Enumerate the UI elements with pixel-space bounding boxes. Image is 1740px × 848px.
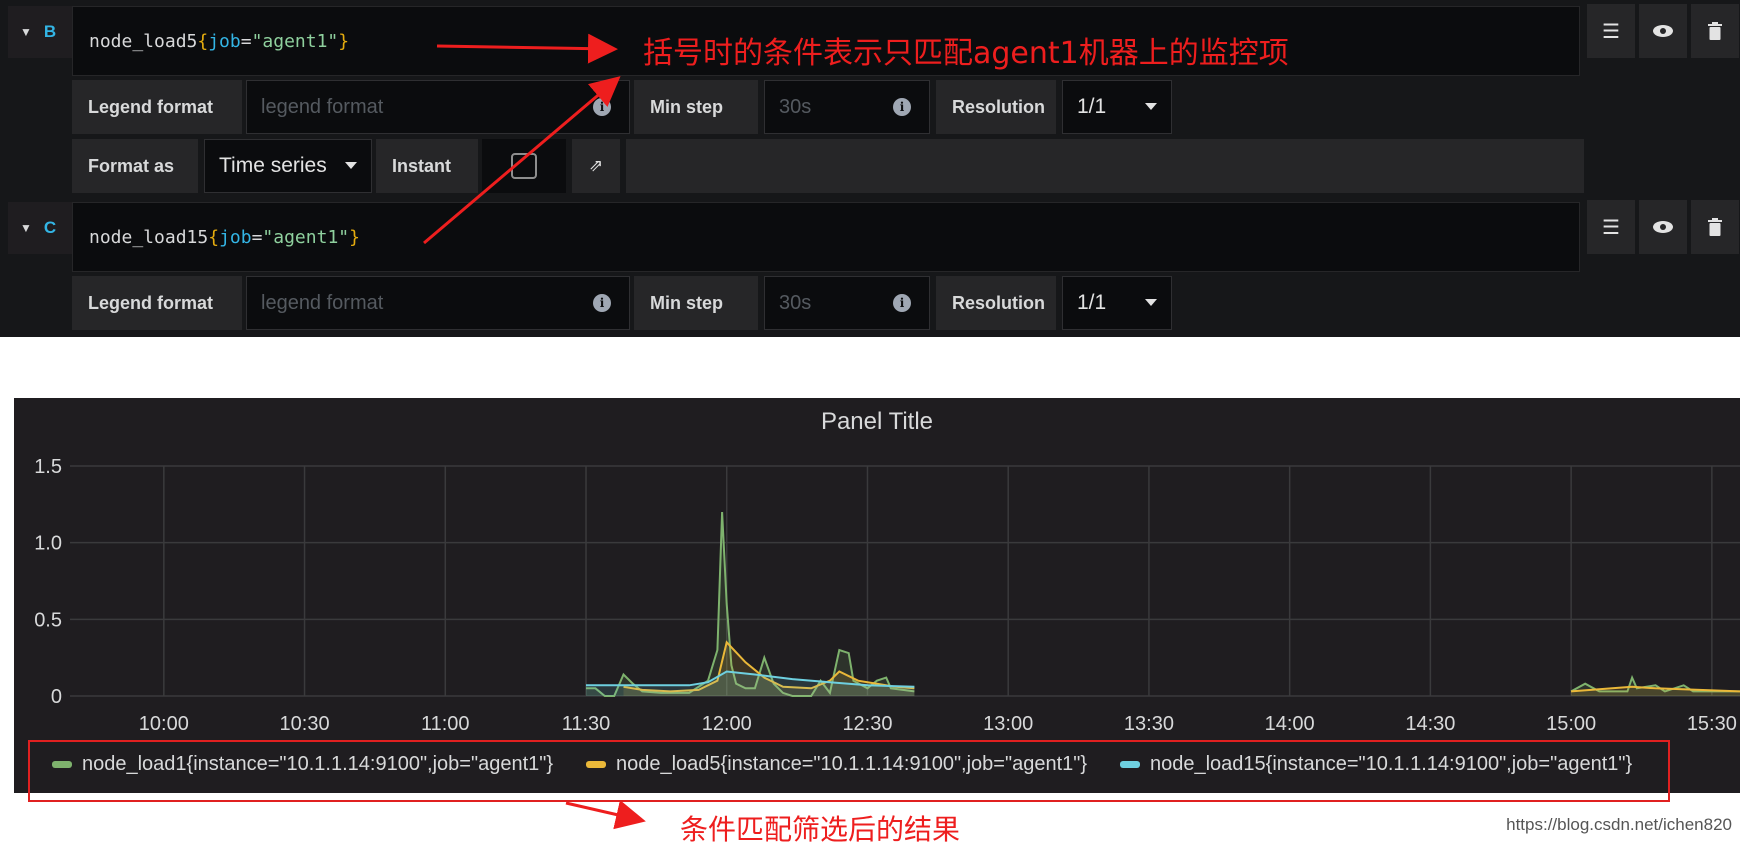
- x-tick-label: 12:00: [702, 713, 752, 730]
- x-tick-label: 15:30: [1687, 713, 1737, 730]
- legend-swatch: [586, 760, 606, 768]
- x-tick-label: 13:00: [983, 713, 1033, 730]
- y-tick-label: 0.5: [34, 609, 62, 631]
- x-tick-label: 14:00: [1265, 713, 1315, 730]
- watermark: https://blog.csdn.net/ichen820: [1506, 815, 1732, 834]
- x-tick-label: 13:30: [1124, 713, 1174, 730]
- legend-item[interactable]: node_load1{instance="10.1.1.14:9100",job…: [52, 750, 553, 778]
- legend-item[interactable]: node_load15{instance="10.1.1.14:9100",jo…: [1120, 750, 1632, 778]
- y-tick-label: 1.5: [34, 456, 62, 478]
- y-tick-label: 1.0: [34, 533, 62, 555]
- legend-label: node_load15{instance="10.1.1.14:9100",jo…: [1150, 752, 1633, 775]
- legend-swatch: [1120, 760, 1140, 768]
- x-tick-label: 10:30: [280, 713, 330, 730]
- y-tick-label: 0: [51, 686, 62, 708]
- x-tick-label: 11:00: [421, 713, 470, 730]
- arrow-to-annotation: [436, 33, 618, 64]
- annotation-bottom: 条件匹配筛选后的结果: [680, 813, 961, 846]
- arrow-from-query-c: [423, 76, 621, 245]
- legend-label: node_load5{instance="10.1.1.14:9100",job…: [616, 752, 1088, 775]
- x-tick-label: 15:00: [1546, 713, 1596, 730]
- legend-swatch: [52, 760, 72, 768]
- x-tick-label: 12:30: [842, 713, 892, 730]
- legend-item[interactable]: node_load5{instance="10.1.1.14:9100",job…: [586, 750, 1087, 778]
- legend-label: node_load1{instance="10.1.1.14:9100",job…: [82, 752, 554, 775]
- x-tick-label: 10:00: [139, 713, 189, 730]
- x-tick-label: 14:30: [1405, 713, 1455, 730]
- timeseries-chart: 0 0.5 1.0 1.5 10:00 10:30 11:00 11:30 12:00 12:30…: [34, 456, 1740, 730]
- arrow-to-result: [565, 800, 646, 830]
- x-tick-label: 11:30: [562, 713, 611, 730]
